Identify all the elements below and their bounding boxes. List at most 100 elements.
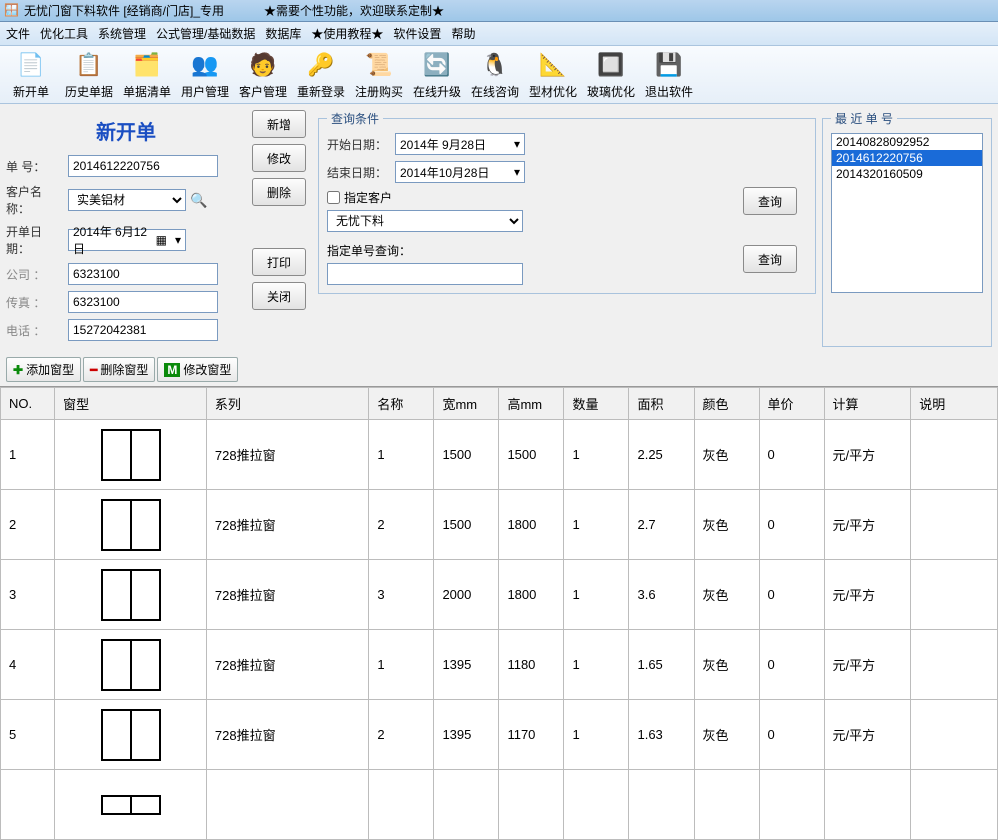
delete-button[interactable]: 删除: [252, 178, 306, 206]
cell-no: 2: [1, 490, 55, 560]
del-window-button[interactable]: ━删除窗型: [83, 357, 155, 382]
cell-area: 1.65: [629, 630, 694, 700]
col-header[interactable]: 单价: [759, 388, 824, 420]
col-header[interactable]: 系列: [206, 388, 369, 420]
calendar-icon[interactable]: ▦: [152, 233, 171, 247]
col-header[interactable]: 高mm: [499, 388, 564, 420]
cell-h: 1180: [499, 630, 564, 700]
menu-item-5[interactable]: ★使用教程★: [311, 25, 383, 42]
close-button[interactable]: 关闭: [252, 282, 306, 310]
cell-color: 灰色: [694, 560, 759, 630]
add-window-button[interactable]: ✚添加窗型: [6, 357, 81, 382]
menu-item-3[interactable]: 公式管理/基础数据: [156, 25, 255, 42]
order-no-input[interactable]: [68, 155, 218, 177]
col-header[interactable]: 窗型: [55, 388, 207, 420]
chevron-down-icon[interactable]: ▾: [510, 165, 524, 179]
window-icon: [101, 499, 161, 551]
cell-w: 1500: [434, 420, 499, 490]
spec-cust-label: 指定客户: [344, 189, 392, 206]
cell-calc: 元/平方: [824, 420, 911, 490]
table-row[interactable]: 4728推拉窗11395118011.65灰色0元/平方: [1, 630, 998, 700]
toolbar-label: 客户管理: [239, 83, 287, 100]
cell-thumb: [55, 490, 207, 560]
table-row[interactable]: [1, 770, 998, 840]
cell-series: 728推拉窗: [206, 700, 369, 770]
toolbar-register[interactable]: 📜注册购买: [354, 49, 404, 100]
toolbar-label: 注册购买: [355, 83, 403, 100]
plus-icon: ✚: [13, 363, 23, 377]
cell-series: 728推拉窗: [206, 630, 369, 700]
col-header[interactable]: 面积: [629, 388, 694, 420]
button-column: 新增 修改 删除 打印 关闭: [252, 110, 312, 347]
toolbar-profile-opt[interactable]: 📐型材优化: [528, 49, 578, 100]
toolbar-consult[interactable]: 🐧在线咨询: [470, 49, 520, 100]
toolbar-user-mgmt[interactable]: 👥用户管理: [180, 49, 230, 100]
cell-thumb: [55, 630, 207, 700]
cell-w: 2000: [434, 560, 499, 630]
start-date-input[interactable]: 2014年 9月28日▾: [395, 133, 525, 155]
query-button-1[interactable]: 查询: [743, 187, 797, 215]
company-input[interactable]: [68, 263, 218, 285]
data-grid[interactable]: NO.窗型系列名称宽mm高mm数量面积颜色单价计算说明 1728推拉窗11500…: [0, 387, 998, 840]
col-header[interactable]: NO.: [1, 388, 55, 420]
toolbar-upgrade[interactable]: 🔄在线升级: [412, 49, 462, 100]
add-button[interactable]: 新增: [252, 110, 306, 138]
recent-item[interactable]: 20140828092952: [832, 134, 982, 150]
edit-button[interactable]: 修改: [252, 144, 306, 172]
col-header[interactable]: 计算: [824, 388, 911, 420]
cell-qty: 1: [564, 420, 629, 490]
cell-h: 1800: [499, 490, 564, 560]
spec-order-label: 指定单号查询：: [327, 242, 733, 259]
cell-h: 1800: [499, 560, 564, 630]
menu-item-0[interactable]: 文件: [6, 25, 30, 42]
col-header[interactable]: 名称: [369, 388, 434, 420]
cell-note: [911, 420, 998, 490]
col-header[interactable]: 说明: [911, 388, 998, 420]
col-header[interactable]: 宽mm: [434, 388, 499, 420]
table-row[interactable]: 3728推拉窗32000180013.6灰色0元/平方: [1, 560, 998, 630]
spec-order-input[interactable]: [327, 263, 523, 285]
menu-item-4[interactable]: 数据库: [265, 25, 301, 42]
table-row[interactable]: 5728推拉窗21395117011.63灰色0元/平方: [1, 700, 998, 770]
toolbar-history[interactable]: 📋历史单据: [64, 49, 114, 100]
cell-no: 1: [1, 420, 55, 490]
cell-name: 2: [369, 700, 434, 770]
cell-name: 1: [369, 630, 434, 700]
toolbar-new-order[interactable]: 📄新开单: [6, 49, 56, 100]
recent-item[interactable]: 2014320160509: [832, 166, 982, 182]
print-button[interactable]: 打印: [252, 248, 306, 276]
window-icon: [101, 569, 161, 621]
chevron-down-icon[interactable]: ▾: [510, 137, 524, 151]
spec-cust-checkbox[interactable]: [327, 191, 340, 204]
toolbar-relogin[interactable]: 🔑重新登录: [296, 49, 346, 100]
menu-item-7[interactable]: 帮助: [451, 25, 475, 42]
chevron-down-icon[interactable]: ▾: [171, 233, 185, 247]
fax-input[interactable]: [68, 291, 218, 313]
date-input[interactable]: 2014年 6月12日 ▦ ▾: [68, 229, 186, 251]
cell-price: 0: [759, 420, 824, 490]
menu-item-1[interactable]: 优化工具: [40, 25, 88, 42]
toolbar-order-list[interactable]: 🗂️单据清单: [122, 49, 172, 100]
menu-item-2[interactable]: 系统管理: [98, 25, 146, 42]
query-button-2[interactable]: 查询: [743, 245, 797, 273]
toolbar-label: 单据清单: [123, 83, 171, 100]
toolbar-glass-opt[interactable]: 🔲玻璃优化: [586, 49, 636, 100]
search-icon[interactable]: 🔍: [190, 192, 207, 209]
recent-list[interactable]: 2014082809295220146122207562014320160509: [831, 133, 983, 293]
phone-input[interactable]: [68, 319, 218, 341]
table-row[interactable]: 1728推拉窗11500150012.25灰色0元/平方: [1, 420, 998, 490]
col-header[interactable]: 颜色: [694, 388, 759, 420]
col-header[interactable]: 数量: [564, 388, 629, 420]
edit-window-button[interactable]: M修改窗型: [157, 357, 238, 382]
end-date-input[interactable]: 2014年10月28日▾: [395, 161, 525, 183]
cust-select[interactable]: 实美铝材: [68, 189, 186, 211]
menu-item-6[interactable]: 软件设置: [393, 25, 441, 42]
table-row[interactable]: 2728推拉窗21500180012.7灰色0元/平方: [1, 490, 998, 560]
toolbar-exit[interactable]: 💾退出软件: [644, 49, 694, 100]
recent-item[interactable]: 2014612220756: [832, 150, 982, 166]
toolbar-cust-mgmt[interactable]: 🧑客户管理: [238, 49, 288, 100]
spec-cust-select[interactable]: 无忧下料: [327, 210, 523, 232]
toolbar-label: 重新登录: [297, 83, 345, 100]
app-icon: 🪟: [4, 3, 20, 19]
cell-calc: 元/平方: [824, 560, 911, 630]
